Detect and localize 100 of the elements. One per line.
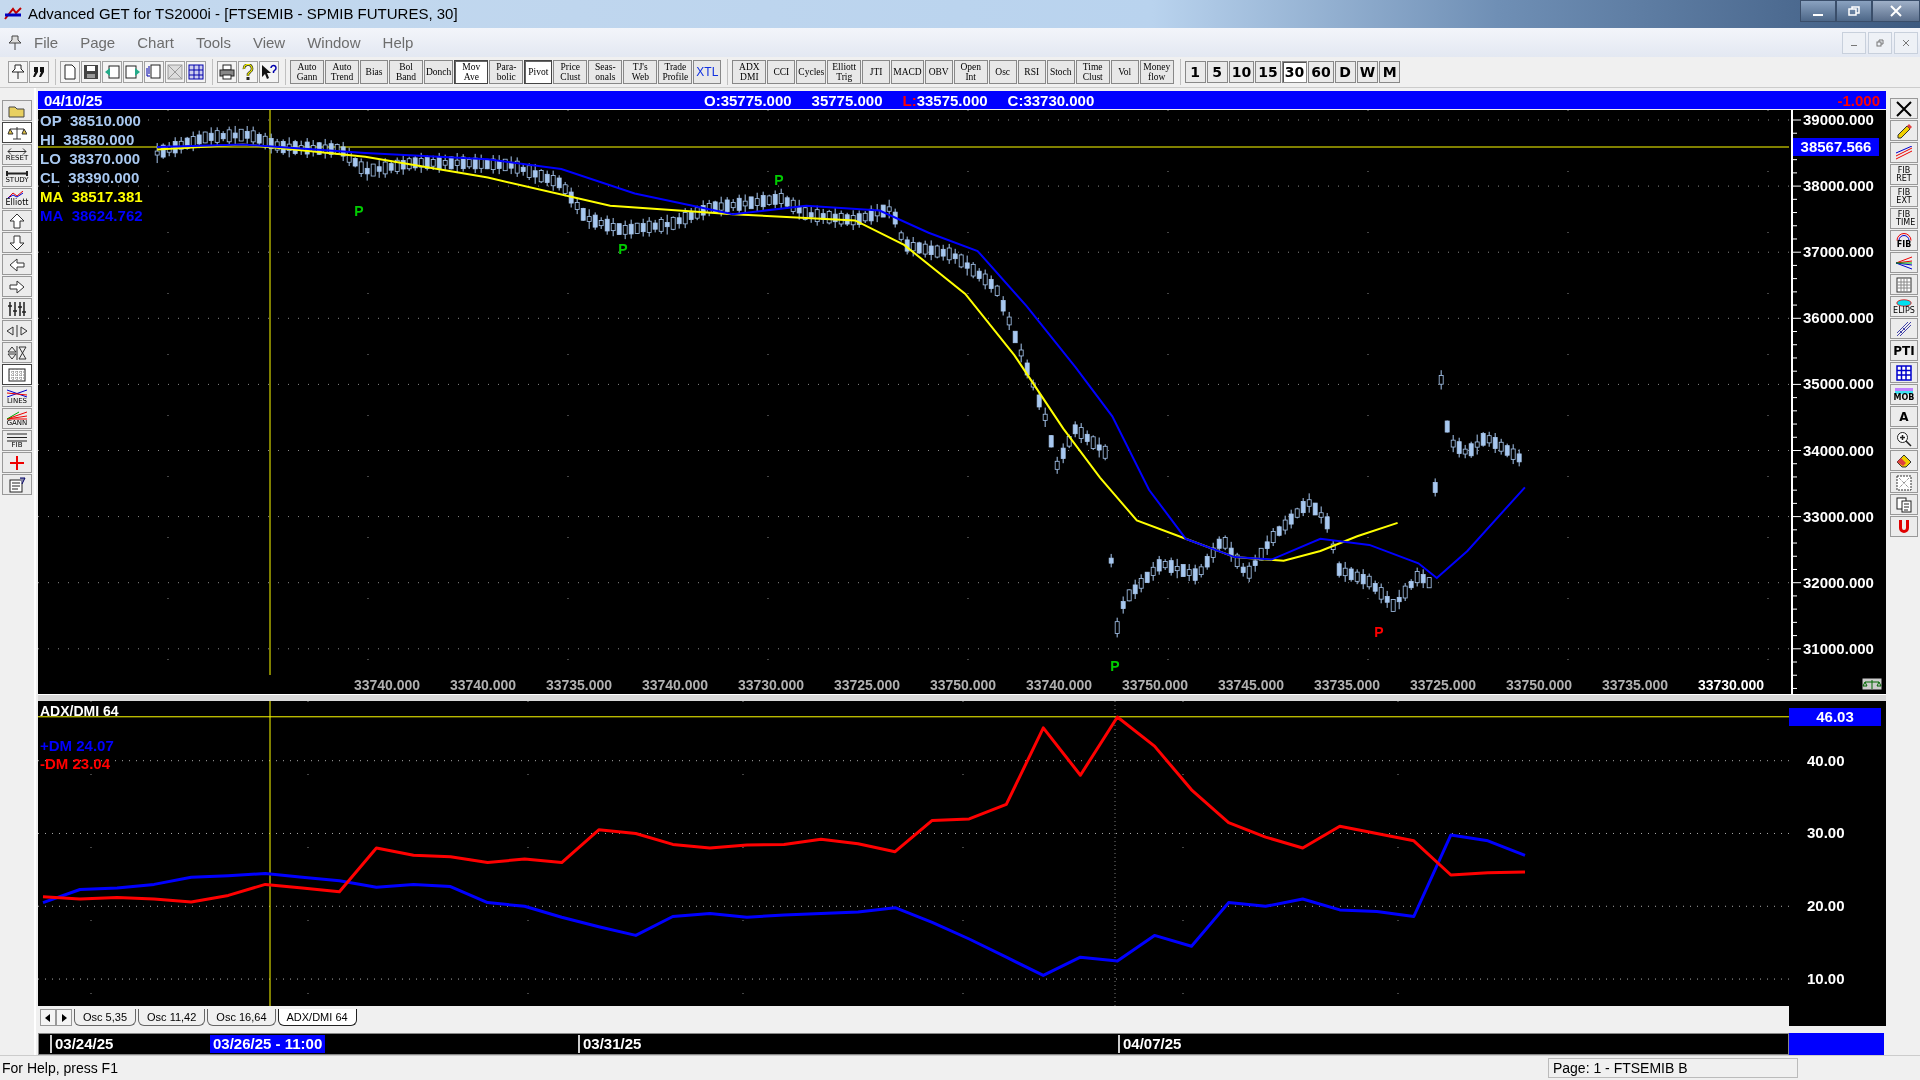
maximize-button[interactable] xyxy=(1836,0,1872,22)
adx-value-label: 46.03 xyxy=(1789,707,1881,726)
channel-lines-button[interactable] xyxy=(1890,142,1918,163)
study-button[interactable]: Bias xyxy=(360,60,388,85)
magnet-button[interactable] xyxy=(1890,516,1918,537)
indicator-button[interactable]: MACD xyxy=(891,60,924,85)
menu-item[interactable]: View xyxy=(240,34,296,51)
interval-button[interactable]: W xyxy=(1356,61,1379,84)
interval-button[interactable]: 1 xyxy=(1184,61,1206,84)
pitchfork-button[interactable] xyxy=(1890,318,1918,339)
menu-item[interactable]: File xyxy=(22,34,69,51)
arrows-icon xyxy=(7,147,27,155)
interval-button[interactable]: 15 xyxy=(1255,61,1281,84)
menu-item[interactable]: Page xyxy=(68,34,126,51)
minimize-button[interactable] xyxy=(1800,0,1836,22)
indicator-button[interactable]: Open Int xyxy=(953,60,988,85)
forward-button[interactable] xyxy=(123,61,143,84)
indicator-button[interactable]: Cycles xyxy=(796,60,827,85)
study-button[interactable]: Seas-onals xyxy=(588,60,623,85)
interval-button[interactable]: 5 xyxy=(1206,61,1228,84)
text-tool-button[interactable]: A xyxy=(1890,406,1918,427)
study-button[interactable]: XTL xyxy=(693,60,722,85)
zoom-button[interactable] xyxy=(1890,428,1918,449)
indicator-button[interactable]: RSI xyxy=(1017,60,1046,85)
balance-button[interactable] xyxy=(2,122,32,143)
help-button[interactable] xyxy=(238,61,258,84)
right-arrow-button[interactable] xyxy=(2,276,32,297)
indicator-tab[interactable]: Osc 11,42 xyxy=(138,1009,206,1026)
indicator-tab[interactable]: Osc 16,64 xyxy=(207,1009,276,1026)
indicator-button[interactable]: JTI xyxy=(862,60,891,85)
study-button[interactable]: Mov Ave xyxy=(454,60,489,85)
crosshair-button[interactable] xyxy=(2,452,32,473)
study-button[interactable]: Price Clust xyxy=(553,60,588,85)
tool-button[interactable]: FIB RET xyxy=(1890,164,1918,185)
tool-button[interactable]: FIB TIME xyxy=(1890,208,1918,229)
fib-arc-button[interactable]: FIB xyxy=(1890,230,1918,251)
eraser-button[interactable] xyxy=(1890,450,1918,471)
axis-label: 39000.000 xyxy=(1803,111,1874,129)
indicator-button[interactable]: Time Clust xyxy=(1075,60,1110,85)
close-button[interactable] xyxy=(1872,0,1920,22)
quote-button[interactable] xyxy=(29,61,49,84)
study-button[interactable]: Auto Gann xyxy=(290,60,324,85)
left-arrow-button[interactable] xyxy=(2,254,32,275)
study-button[interactable]: Para-bolic xyxy=(489,60,524,85)
close-tool-button[interactable] xyxy=(1890,98,1918,119)
menu-item[interactable]: Tools xyxy=(183,34,241,51)
pages-icon xyxy=(146,64,162,81)
interval-button[interactable]: 30 xyxy=(1281,61,1308,84)
indicator-button[interactable]: Money flow xyxy=(1139,60,1174,85)
properties-button[interactable] xyxy=(2,474,32,495)
pencil-button[interactable] xyxy=(1890,120,1918,141)
mob-button[interactable]: MOB xyxy=(1890,384,1918,405)
indicator-button[interactable]: ADX DMI xyxy=(732,60,767,85)
table-button[interactable] xyxy=(1890,362,1918,383)
context-help-button[interactable] xyxy=(259,61,279,84)
refresh-button[interactable] xyxy=(144,61,164,84)
up-arrow-button[interactable] xyxy=(2,210,32,231)
ohlc-value: 35775.000 xyxy=(811,91,883,109)
study-button[interactable]: Pivot xyxy=(524,60,553,85)
indicator-button[interactable]: Elliott Trig xyxy=(827,60,862,85)
menu-item[interactable]: Chart xyxy=(125,34,184,51)
elliott-button[interactable]: Elliott xyxy=(2,188,32,209)
right-triangle-icon xyxy=(61,1013,67,1022)
study-button[interactable]: Donch xyxy=(424,60,454,85)
indicator-button[interactable]: OBV xyxy=(924,60,953,85)
bar-value: 33745.000 xyxy=(1217,677,1285,693)
study-button[interactable]: Auto Trend xyxy=(325,60,359,85)
grid-button[interactable] xyxy=(2,364,32,385)
scroll-left-button[interactable] xyxy=(40,1009,56,1026)
indicator-button[interactable]: Stoch xyxy=(1046,60,1075,85)
bar-value: 33740.000 xyxy=(1025,677,1093,693)
copy-button[interactable] xyxy=(1890,494,1918,515)
help-icon xyxy=(242,64,254,81)
vertical-scale-button[interactable] xyxy=(2,298,32,319)
pin-button[interactable] xyxy=(8,61,28,84)
menu-item[interactable]: Help xyxy=(370,34,424,51)
save-button[interactable] xyxy=(81,61,101,84)
study-button[interactable]: Bol Band xyxy=(389,60,423,85)
menu-item[interactable]: Window xyxy=(295,34,371,51)
study-button[interactable]: Trade Profile xyxy=(658,60,693,85)
interval-button[interactable]: 10 xyxy=(1228,61,1255,84)
left-arrow-icon xyxy=(104,65,120,80)
indicator-button[interactable]: Vol xyxy=(1110,60,1139,85)
horizontal-scale-button[interactable] xyxy=(2,320,32,341)
tool-button[interactable]: FIB EXT xyxy=(1890,186,1918,207)
down-arrow-button[interactable] xyxy=(2,232,32,253)
interval-button[interactable]: 60 xyxy=(1308,61,1334,84)
scroll-right-button[interactable] xyxy=(56,1009,72,1026)
indicator-tab[interactable]: ADX/DMI 64 xyxy=(277,1009,357,1026)
interval-button[interactable]: M xyxy=(1379,61,1401,84)
fan-lines-button[interactable] xyxy=(1890,252,1918,273)
vertical-zoom-button[interactable] xyxy=(2,342,32,363)
indicator-tab[interactable]: Osc 5,35 xyxy=(74,1009,137,1026)
interval-button[interactable]: D xyxy=(1334,61,1356,84)
study-button[interactable]: TJ's Web xyxy=(623,60,658,85)
indicator-button[interactable]: Osc xyxy=(988,60,1017,85)
indicator-button[interactable]: CCI xyxy=(767,60,796,85)
ellipse-button[interactable]: ELIPS xyxy=(1890,296,1918,317)
print-button[interactable] xyxy=(217,61,237,84)
layout-button[interactable] xyxy=(186,61,206,84)
